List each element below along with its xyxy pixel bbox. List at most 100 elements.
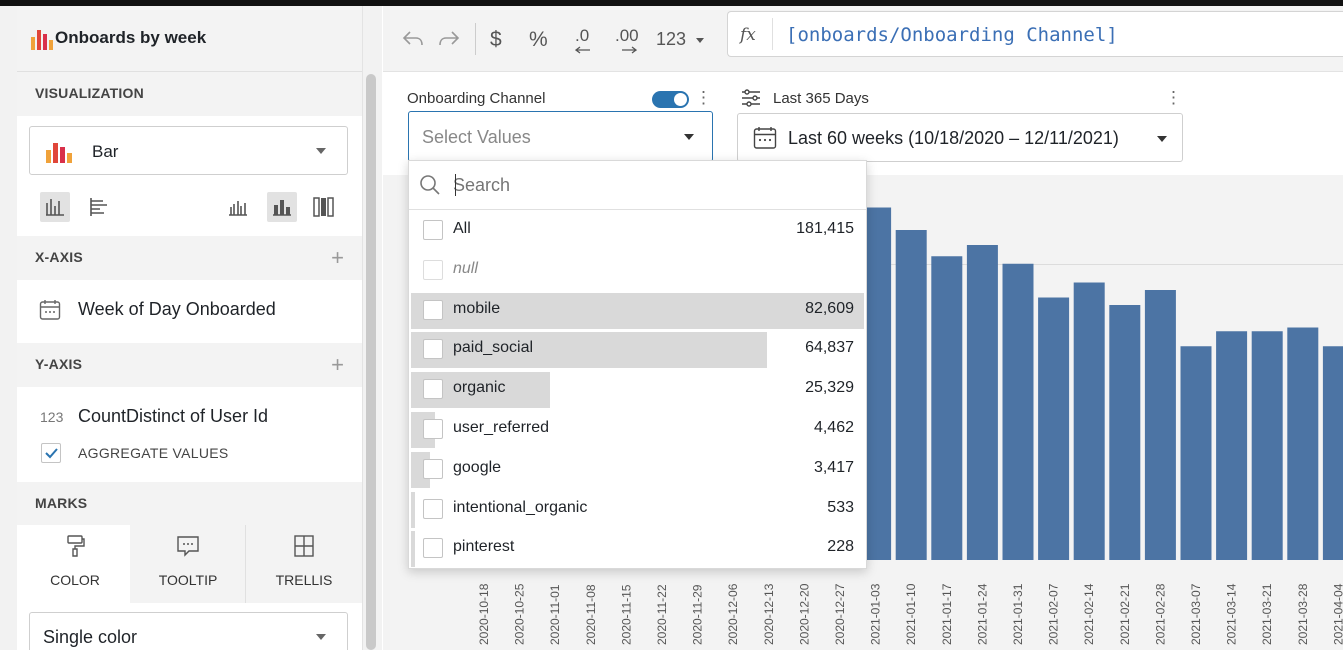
redo-icon[interactable]	[438, 30, 460, 48]
number-format-button[interactable]: 123	[656, 29, 686, 50]
vertical-bar-orientation-button[interactable]	[40, 192, 70, 222]
bar-2021-03-28[interactable]	[1287, 327, 1319, 561]
option-checkbox[interactable]	[423, 419, 443, 439]
bar-chart-icon	[31, 30, 53, 50]
x-tick-label: 2021-01-10	[904, 583, 918, 645]
dropdown-option-intentional-organic[interactable]: intentional_organic 533	[409, 490, 866, 528]
option-checkbox[interactable]	[423, 259, 443, 280]
date-filter-menu-button[interactable]: ⋮	[1165, 88, 1182, 108]
option-checkbox[interactable]	[423, 299, 443, 320]
option-checkbox[interactable]	[423, 379, 443, 400]
visualization-label: VISUALIZATION	[35, 85, 144, 101]
add-yaxis-button[interactable]: +	[331, 352, 344, 378]
arrow-left-icon	[575, 46, 590, 54]
option-checkbox[interactable]	[423, 538, 443, 559]
tab-color[interactable]: COLOR	[17, 525, 133, 603]
bar-2021-01-31[interactable]	[1002, 263, 1034, 560]
decrease-decimals-button[interactable]: .0	[575, 26, 589, 46]
dropdown-option-user-referred[interactable]: user_referred 4,462	[409, 410, 866, 448]
x-tick-label: 2021-03-07	[1189, 583, 1203, 645]
channel-values-dropdown: All 181,415 null mobile 82,609 paid_social 64,…	[408, 160, 867, 569]
formula-divider	[772, 18, 773, 50]
currency-format-button[interactable]: $	[490, 28, 502, 52]
x-tick-label: 2021-02-14	[1082, 583, 1096, 645]
option-share-bar	[411, 531, 415, 568]
bar-2021-03-21[interactable]	[1251, 331, 1283, 560]
option-label: organic	[453, 379, 506, 397]
dropdown-option-pinterest[interactable]: pinterest 228	[409, 529, 866, 568]
paint-roller-icon	[67, 535, 85, 557]
bar-2021-03-07[interactable]	[1180, 346, 1212, 560]
bar-2021-01-24[interactable]	[966, 245, 998, 560]
vertical-bars-icon	[46, 199, 64, 216]
yaxis-label: Y-AXIS	[35, 356, 83, 372]
bar-2021-04-04[interactable]	[1322, 346, 1343, 560]
channel-filter-toggle[interactable]	[652, 91, 689, 108]
percent-format-button[interactable]: %	[529, 28, 548, 52]
option-checkbox[interactable]	[423, 339, 443, 360]
search-icon	[420, 175, 440, 195]
aggregate-values-checkbox[interactable]	[41, 443, 61, 463]
channel-select-input[interactable]: Select Values	[408, 111, 713, 162]
sidebar-title: Onboards by week	[55, 28, 207, 47]
option-count: 228	[827, 538, 854, 556]
toggle-knob	[674, 93, 687, 106]
option-checkbox[interactable]	[423, 498, 443, 519]
tab-trellis[interactable]: TRELLIS	[246, 525, 362, 603]
undo-icon[interactable]	[402, 30, 424, 48]
add-xaxis-button[interactable]: +	[331, 245, 344, 271]
option-checkbox[interactable]	[423, 458, 443, 479]
dropdown-option-mobile[interactable]: mobile 82,609	[409, 291, 866, 329]
check-icon	[45, 448, 58, 459]
x-tick-label: 2020-12-13	[762, 583, 776, 645]
dropdown-option-null[interactable]: null	[409, 251, 866, 287]
option-label: null	[453, 259, 478, 277]
x-tick-label: 2020-11-22	[655, 584, 669, 645]
bar-2021-02-28[interactable]	[1144, 290, 1176, 560]
channel-select-placeholder: Select Values	[422, 127, 531, 147]
bar-2021-01-10[interactable]	[895, 230, 927, 560]
chevron-down-icon	[696, 38, 704, 43]
option-label: All	[453, 220, 471, 237]
dropdown-option-paid-social[interactable]: paid_social 64,837	[409, 330, 866, 369]
bar-2021-01-17[interactable]	[931, 256, 963, 560]
option-checkbox[interactable]	[423, 220, 443, 240]
formula-bar[interactable]: fx [onboards/Onboarding Channel]	[727, 11, 1343, 57]
x-tick-label: 2021-02-07	[1047, 583, 1061, 645]
trellis-grid-icon	[294, 535, 314, 557]
calendar-icon	[39, 300, 61, 320]
option-count: 25,329	[805, 379, 854, 397]
viz-type-select[interactable]: Bar	[29, 126, 348, 175]
stacked-bars-button[interactable]	[267, 192, 297, 222]
bar-2021-02-14[interactable]	[1073, 282, 1105, 561]
horizontal-bar-orientation-button[interactable]	[84, 192, 114, 222]
tab-tooltip[interactable]: TOOLTIP	[130, 525, 246, 603]
dropdown-option-google[interactable]: google 3,417	[409, 450, 866, 488]
visualization-section-header: VISUALIZATION	[17, 72, 362, 116]
increase-decimals-button[interactable]: .00	[615, 26, 639, 46]
channel-filter-menu-button[interactable]: ⋮	[695, 88, 712, 108]
x-tick-label: 2020-11-29	[691, 584, 705, 645]
viz-type-value: Bar	[92, 142, 119, 161]
bar-2021-02-21[interactable]	[1109, 305, 1141, 560]
dropdown-search-input[interactable]	[453, 170, 853, 200]
bar-2021-02-07[interactable]	[1038, 297, 1070, 561]
date-range-select[interactable]: Last 60 weeks (10/18/2020 – 12/11/2021)	[737, 113, 1183, 162]
sidebar-scroll-thumb[interactable]	[366, 74, 376, 650]
marks-section-header: MARKS	[17, 482, 362, 526]
x-tick-label: 2021-01-03	[869, 583, 883, 645]
xaxis-field[interactable]: Week of Day Onboarded	[78, 299, 276, 320]
percent-stacked-button[interactable]	[309, 192, 339, 222]
tab-trellis-label: TRELLIS	[275, 572, 333, 588]
option-label: paid_social	[453, 339, 534, 357]
stack-none-button[interactable]	[223, 192, 253, 222]
bar-2021-03-14[interactable]	[1216, 331, 1248, 560]
yaxis-field[interactable]: CountDistinct of User Id	[78, 406, 268, 427]
color-mode-select[interactable]: Single color	[29, 612, 348, 650]
date-filter-label: Last 365 Days	[773, 90, 869, 107]
formula-text[interactable]: [onboards/Onboarding Channel]	[786, 24, 1118, 46]
x-tick-label: 2020-10-25	[513, 583, 527, 645]
aggregate-values-label: AGGREGATE VALUES	[78, 445, 229, 461]
dropdown-option-organic[interactable]: organic 25,329	[409, 370, 866, 409]
dropdown-option-All[interactable]: All 181,415	[409, 211, 866, 247]
